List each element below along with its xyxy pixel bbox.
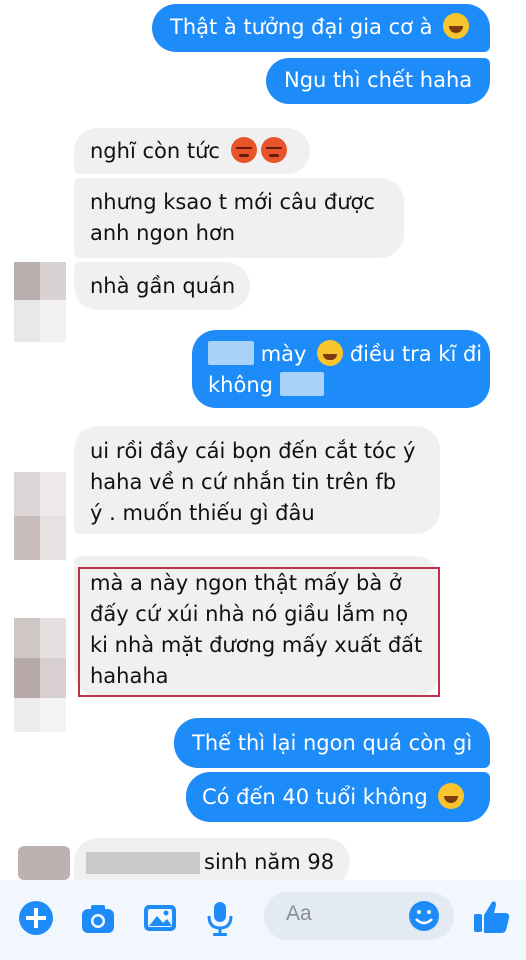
message-text: Có đến 40 tuổi không	[202, 785, 428, 809]
message-text: anh ngon hơn	[90, 221, 236, 245]
redacted-text	[279, 372, 324, 396]
message-text: ki nhà mặt đương mấy xuất đất	[90, 633, 423, 657]
laughing-emoji-icon	[317, 340, 344, 366]
image-icon[interactable]	[140, 898, 180, 938]
message-incoming[interactable]: ui rồi đầy cái bọn đến cắt tóc ý haha về…	[74, 426, 440, 534]
message-incoming[interactable]: nhưng ksao t mới câu được anh ngon hơn	[74, 178, 404, 258]
message-text: mà a này ngon thật mấy bà ở	[90, 571, 402, 595]
message-text: Thật à tưởng đại gia cơ à	[170, 15, 433, 39]
message-outgoing[interactable]: Ngu thì chết haha	[266, 58, 490, 104]
avatar[interactable]	[14, 618, 66, 732]
message-text: Thế thì lại ngon quá còn gì	[192, 731, 473, 755]
message-text: nhà gần quán	[90, 274, 236, 298]
message-text: mày	[260, 342, 307, 366]
emoji-icon[interactable]	[404, 896, 444, 936]
message-outgoing[interactable]: Thế thì lại ngon quá còn gì	[174, 718, 490, 768]
message-input-placeholder: Aa	[286, 902, 312, 925]
message-text: đấy cứ xúi nhà nó giầu lắm nọ	[90, 602, 409, 626]
message-text: điều tra kĩ đi	[349, 342, 483, 366]
message-text: ý . muốn thiếu gì đâu	[90, 501, 315, 525]
message-incoming[interactable]: nhà gần quán	[74, 262, 250, 310]
plus-icon[interactable]	[16, 898, 56, 938]
message-outgoing[interactable]: Thật à tưởng đại gia cơ à	[152, 4, 490, 52]
message-text: nghĩ còn tức	[90, 139, 220, 163]
avatar[interactable]	[14, 262, 66, 342]
message-text: nhưng ksao t mới câu được	[90, 190, 375, 214]
avatar[interactable]	[18, 846, 70, 880]
microphone-icon[interactable]	[200, 898, 240, 938]
message-text: ui rồi đầy cái bọn đến cắt tóc ý	[90, 439, 416, 463]
message-text-block: mà a này ngon thật mấy bà ở đấy cứ xúi n…	[90, 568, 422, 692]
message-text: haha về n cứ nhắn tin trên fb	[90, 470, 397, 494]
message-incoming[interactable]: nghĩ còn tức	[74, 128, 310, 174]
message-text: hahaha	[90, 664, 169, 688]
redacted-text	[86, 852, 200, 874]
avatar[interactable]	[14, 472, 66, 560]
message-outgoing[interactable]: Có đến 40 tuổi không	[186, 772, 490, 822]
message-text: Ngu thì chết haha	[284, 68, 473, 92]
message-text: sinh năm 98	[204, 850, 335, 874]
camera-icon[interactable]	[78, 898, 118, 938]
rofl-emoji-icon	[438, 783, 465, 809]
angry-emoji-icon	[230, 137, 257, 163]
message-text: không	[208, 373, 273, 397]
rofl-emoji-icon	[443, 13, 470, 39]
message-outgoing[interactable]: mày điều tra kĩ đi không	[192, 330, 490, 408]
angry-emoji-icon	[260, 137, 287, 163]
redacted-text	[208, 341, 254, 365]
thumbs-up-icon[interactable]	[470, 894, 510, 934]
